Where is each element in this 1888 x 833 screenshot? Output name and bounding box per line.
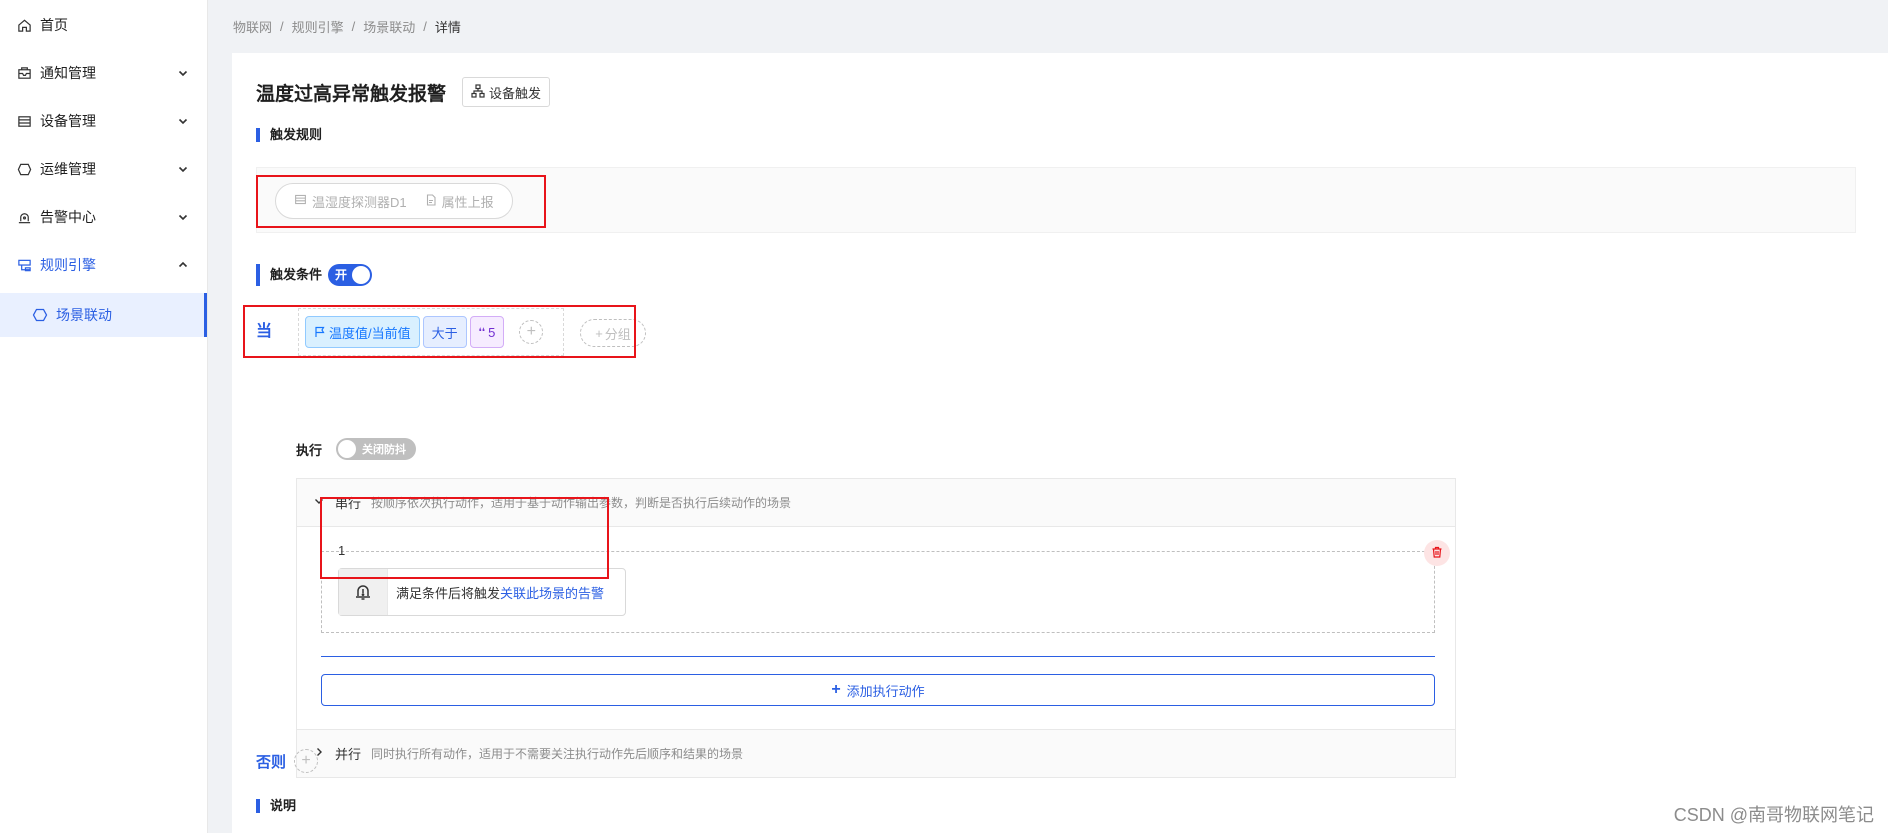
- breadcrumb-current: 详情: [434, 20, 461, 35]
- condition-toggle-label: 开: [335, 268, 348, 282]
- rule-engine-icon: [16, 257, 32, 273]
- sidebar-item-label: 通知管理: [40, 65, 96, 81]
- title-row: 温度过高异常触发报警 设备触发: [256, 77, 551, 107]
- rule-device-label: 温湿度探测器D1: [312, 194, 407, 210]
- breadcrumb-separator: /: [280, 19, 284, 34]
- sidebar-item-label: 场景联动: [56, 307, 112, 323]
- breadcrumb-separator: /: [423, 19, 427, 34]
- watermark: CSDN @南哥物联网笔记: [1673, 805, 1874, 825]
- toggle-knob: [352, 266, 371, 284]
- action-text: 满足条件后将触发: [396, 585, 501, 601]
- sidebar-item-label: 设备管理: [40, 113, 96, 129]
- quote-icon: ❛❛: [478, 326, 486, 338]
- parallel-panel-header[interactable]: 并行 同时执行所有动作，适用于不需要关注执行动作先后顺序和结果的场景: [297, 729, 1455, 777]
- sidebar-item-label: 告警中心: [40, 209, 96, 225]
- add-else-button[interactable]: +: [294, 749, 319, 773]
- breadcrumb-separator: /: [351, 19, 356, 34]
- condition-operator-chip[interactable]: 大于: [422, 316, 467, 348]
- rule-device: 温湿度探测器D1: [294, 192, 407, 211]
- action-alarm-link[interactable]: 关联此场景的告警: [500, 586, 604, 601]
- sitemap-icon: [471, 83, 485, 101]
- plus-icon: +: [831, 681, 841, 698]
- else-label: 否则: [256, 753, 287, 771]
- section-description: 说明: [256, 799, 296, 813]
- chevron-down-icon: [177, 115, 189, 127]
- file-icon: [425, 193, 437, 209]
- step-number: 1: [338, 543, 346, 558]
- breadcrumb-item[interactable]: 规则引擎: [292, 17, 344, 36]
- sidebar-item-alarms[interactable]: 告警中心: [0, 193, 207, 241]
- condition-property-chip[interactable]: 温度值/当前值: [305, 316, 420, 348]
- delete-step-button[interactable]: [1424, 540, 1450, 566]
- chevron-down-icon: [177, 163, 189, 175]
- chevron-down-icon: [177, 211, 189, 223]
- alarm-icon: [16, 209, 32, 225]
- condition-property-label: 温度值/当前值: [329, 325, 411, 341]
- chevron-down-icon: [177, 67, 189, 79]
- rule-event: 属性上报: [425, 192, 494, 211]
- sidebar-item-ops[interactable]: 运维管理: [0, 145, 207, 193]
- parallel-title: 并行: [335, 747, 362, 762]
- sidebar-item-devices[interactable]: 设备管理: [0, 97, 207, 145]
- section-trigger-rule: 触发规则: [256, 128, 322, 142]
- serial-panel-header[interactable]: 串行 按顺序依次执行动作，适用于基于动作输出参数，判断是否执行后续动作的场景: [297, 479, 1455, 527]
- sidebar-item-rule-engine[interactable]: 规则引擎: [0, 241, 207, 289]
- breadcrumb-item[interactable]: 场景联动: [363, 17, 415, 36]
- execute-row: 执行 关闭防抖: [296, 438, 417, 460]
- trash-icon: [1431, 545, 1443, 561]
- scene-icon: [32, 307, 48, 323]
- trigger-type-label: 设备触发: [489, 85, 542, 101]
- divider: [321, 656, 1435, 657]
- home-icon: [16, 17, 32, 33]
- action-panel: 串行 按顺序依次执行动作，适用于基于动作输出参数，判断是否执行后续动作的场景 1…: [296, 478, 1456, 778]
- action-card[interactable]: 满足条件后将触发关联此场景的告警: [338, 568, 626, 616]
- condition-value-label: 5: [488, 324, 496, 340]
- sidebar-item-label: 运维管理: [40, 161, 96, 177]
- serial-title: 串行: [335, 496, 362, 511]
- parallel-description: 同时执行所有动作，适用于不需要关注执行动作先后顺序和结果的场景: [371, 747, 744, 761]
- bell-icon: [339, 569, 388, 615]
- plus-icon: +: [595, 325, 603, 341]
- action-description: 满足条件后将触发关联此场景的告警: [396, 583, 604, 602]
- else-row: 否则 +: [256, 749, 319, 773]
- execute-label: 执行: [296, 442, 323, 458]
- inbox-icon: [16, 65, 32, 81]
- sidebar-item-label: 规则引擎: [40, 257, 96, 273]
- device-list-icon: [16, 113, 32, 129]
- flag-icon: [314, 326, 326, 338]
- breadcrumb: 物联网 / 规则引擎 / 场景联动 / 详情: [233, 17, 461, 36]
- section-trigger-condition-label: 触发条件: [270, 267, 323, 282]
- debounce-toggle-label: 关闭防抖: [362, 444, 407, 456]
- add-action-button[interactable]: + 添加执行动作: [321, 674, 1435, 706]
- chevron-up-icon: [177, 259, 189, 271]
- breadcrumb-item[interactable]: 物联网: [233, 17, 272, 36]
- detail-card: 温度过高异常触发报警 设备触发 触发规则 温湿度探测器D1 属性上报 触发条件 …: [232, 53, 1888, 833]
- section-trigger-condition: 触发条件 开: [256, 264, 373, 286]
- when-label: 当: [256, 323, 273, 340]
- serial-description: 按顺序依次执行动作，适用于基于动作输出参数，判断是否执行后续动作的场景: [371, 496, 792, 510]
- condition-toggle[interactable]: 开: [328, 264, 373, 286]
- sidebar-item-scene-linkage[interactable]: 场景联动: [0, 293, 207, 337]
- device-list-icon: [294, 193, 307, 209]
- sidebar-item-home[interactable]: 首页: [0, 1, 207, 49]
- trigger-type-tag: 设备触发: [462, 77, 551, 107]
- trigger-rule-box: 温湿度探测器D1 属性上报: [256, 167, 1856, 233]
- add-condition-button[interactable]: +: [519, 320, 544, 344]
- sidebar-item-notifications[interactable]: 通知管理: [0, 49, 207, 97]
- add-group-label: 分组: [604, 326, 631, 342]
- rule-event-label: 属性上报: [441, 194, 494, 210]
- add-group-button[interactable]: + 分组: [580, 319, 646, 347]
- toggle-knob: [338, 440, 357, 458]
- sidebar: 首页 通知管理 设备管理 运维管理 告警中心 规则引擎 场景联动: [0, 0, 208, 833]
- chevron-down-icon: [313, 495, 325, 510]
- ops-shield-icon: [16, 161, 32, 177]
- page-title: 温度过高异常触发报警: [256, 83, 447, 105]
- trigger-rule-pill[interactable]: 温湿度探测器D1 属性上报: [275, 183, 513, 219]
- sidebar-item-label: 首页: [40, 17, 68, 33]
- condition-value-chip[interactable]: ❛❛ 5: [469, 316, 505, 348]
- add-action-label: 添加执行动作: [846, 683, 925, 699]
- debounce-toggle[interactable]: 关闭防抖: [336, 438, 417, 460]
- condition-group: 温度值/当前值 大于 ❛❛ 5 +: [298, 308, 564, 356]
